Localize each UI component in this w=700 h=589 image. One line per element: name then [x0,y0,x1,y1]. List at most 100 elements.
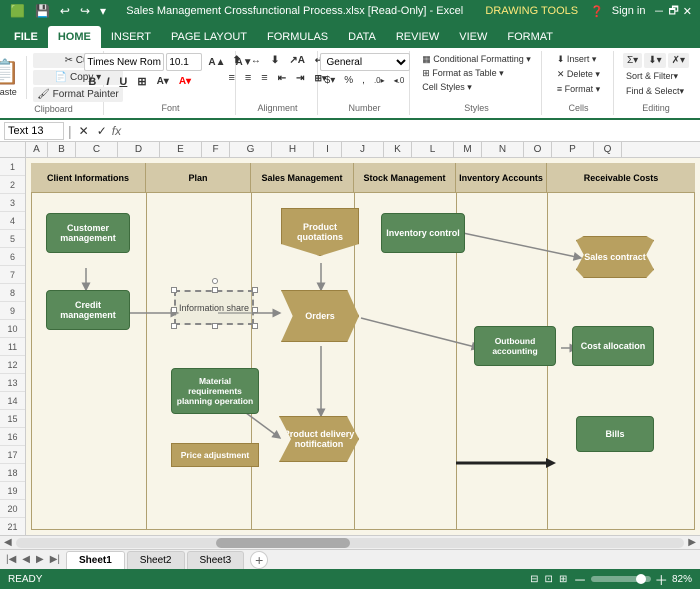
col-header-f[interactable]: F [202,142,230,157]
row-15[interactable]: 15 [0,410,25,428]
row-5[interactable]: 5 [0,230,25,248]
customize-icon[interactable]: ▾ [98,4,108,18]
col-header-n[interactable]: N [482,142,524,157]
page-layout-view-btn[interactable]: ⊡ [545,574,553,585]
col-header-j[interactable]: J [342,142,384,157]
row-18[interactable]: 18 [0,464,25,482]
row-1[interactable]: 1 [0,158,25,176]
tab-data[interactable]: DATA [338,26,386,48]
scrollbar-thumb[interactable] [216,538,350,548]
sheet-nav-prev[interactable]: ◀ [20,554,32,565]
cost-allocation-shape[interactable]: Cost allocation [572,326,654,366]
formula-input[interactable] [125,125,696,137]
sheet-tab-3[interactable]: Sheet3 [187,551,245,569]
tab-insert[interactable]: INSERT [101,26,161,48]
scrollbar-track[interactable] [16,538,685,548]
fill-btn[interactable]: ⬇▾ [644,53,665,68]
help-icon[interactable]: ❓ [590,5,604,18]
align-right-btn[interactable]: ≡ [257,70,271,86]
col-header-m[interactable]: M [454,142,482,157]
border-btn[interactable]: ⊞ [133,73,150,90]
redo-icon[interactable]: ↪ [78,4,92,18]
orders-shape[interactable]: Orders [281,290,359,342]
align-middle-btn[interactable]: ↔ [247,53,265,68]
tab-view[interactable]: VIEW [449,26,497,48]
row-17[interactable]: 17 [0,446,25,464]
bills-shape[interactable]: Bills [576,416,654,452]
row-20[interactable]: 20 [0,500,25,518]
sales-contract-shape[interactable]: Sales contract [576,236,654,278]
cancel-formula-btn[interactable]: ✕ [76,124,92,138]
minimize-btn[interactable]: － [653,3,664,19]
row-13[interactable]: 13 [0,374,25,392]
horizontal-scrollbar[interactable]: ◀ ▶ [0,535,700,549]
col-header-e[interactable]: E [160,142,202,157]
product-delivery-shape[interactable]: Product delivery notification [279,416,359,462]
inventory-control-shape[interactable]: Inventory control [381,213,465,253]
row-10[interactable]: 10 [0,320,25,338]
row-6[interactable]: 6 [0,248,25,266]
row-19[interactable]: 19 [0,482,25,500]
orientation-btn[interactable]: ↗A [285,53,309,68]
align-left-btn[interactable]: ≡ [224,70,238,86]
price-adjustment-shape[interactable]: Price adjustment [171,443,259,467]
col-header-d[interactable]: D [118,142,160,157]
bold-btn[interactable]: B [84,74,100,90]
tab-home[interactable]: HOME [48,26,101,48]
cell-styles-btn[interactable]: Cell Styles ▾ [419,81,475,94]
close-btn[interactable]: ✕ [683,5,692,18]
sheet-tab-2[interactable]: Sheet2 [127,551,185,569]
align-bottom-btn[interactable]: ⬇ [267,53,283,68]
information-share-shape[interactable]: Information share [174,290,254,325]
col-header-o[interactable]: O [524,142,552,157]
add-sheet-btn[interactable]: + [250,551,268,569]
sort-filter-btn[interactable]: Sort & Filter▾ [623,70,681,83]
scroll-right-btn[interactable]: ▶ [686,537,698,548]
tab-file[interactable]: FILE [4,26,48,48]
col-header-p[interactable]: P [552,142,594,157]
paste-button[interactable]: 📋 Paste [0,56,27,99]
sheet-tab-1[interactable]: Sheet1 [66,551,125,569]
confirm-formula-btn[interactable]: ✓ [94,124,110,138]
col-header-i[interactable]: I [314,142,342,157]
tab-review[interactable]: REVIEW [386,26,449,48]
format-as-table-btn[interactable]: ⊞ Format as Table ▾ [419,67,506,80]
col-header-q[interactable]: Q [594,142,622,157]
col-header-g[interactable]: G [230,142,272,157]
percent-btn[interactable]: % [340,73,357,88]
conditional-formatting-btn[interactable]: ▦ Conditional Formatting ▾ [419,53,534,66]
tab-formulas[interactable]: FORMULAS [257,26,338,48]
font-name-input[interactable] [84,53,164,71]
customer-management-shape[interactable]: Customer management [46,213,130,253]
italic-btn[interactable]: I [102,74,113,90]
undo-icon[interactable]: ↩ [58,4,72,18]
material-req-shape[interactable]: Material requirements planning operation [171,368,259,414]
sheet-nav-last[interactable]: ▶| [48,554,62,565]
col-header-c[interactable]: C [76,142,118,157]
find-select-btn[interactable]: Find & Select▾ [623,85,687,98]
row-11[interactable]: 11 [0,338,25,356]
restore-btn[interactable]: 🗗 [668,2,678,21]
decrease-decimal-btn[interactable]: ◂.0 [390,74,409,87]
currency-btn[interactable]: $▾ [321,73,340,88]
col-header-b[interactable]: B [48,142,76,157]
autosum-btn[interactable]: Σ▾ [623,53,642,68]
font-size-input[interactable] [166,53,202,71]
underline-btn[interactable]: U [115,74,131,90]
row-9[interactable]: 9 [0,302,25,320]
number-format-select[interactable]: General [320,53,410,71]
insert-btn[interactable]: ⬇ Insert ▾ [554,53,600,66]
row-12[interactable]: 12 [0,356,25,374]
row-7[interactable]: 7 [0,266,25,284]
cells-area[interactable]: // Will be drawn via JS Client Informati… [26,158,700,535]
scroll-left-btn[interactable]: ◀ [2,537,14,548]
page-break-view-btn[interactable]: ⊞ [559,574,567,585]
sheet-nav-next[interactable]: ▶ [34,554,46,565]
increase-indent-btn[interactable]: ⇥ [292,71,308,86]
col-header-l[interactable]: L [412,142,454,157]
name-box[interactable] [4,122,64,140]
col-header-a[interactable]: A [26,142,48,157]
zoom-out-btn[interactable]: － [573,570,586,589]
align-top-btn[interactable]: ⬆ [229,53,245,68]
credit-management-shape[interactable]: Credit management [46,290,130,330]
